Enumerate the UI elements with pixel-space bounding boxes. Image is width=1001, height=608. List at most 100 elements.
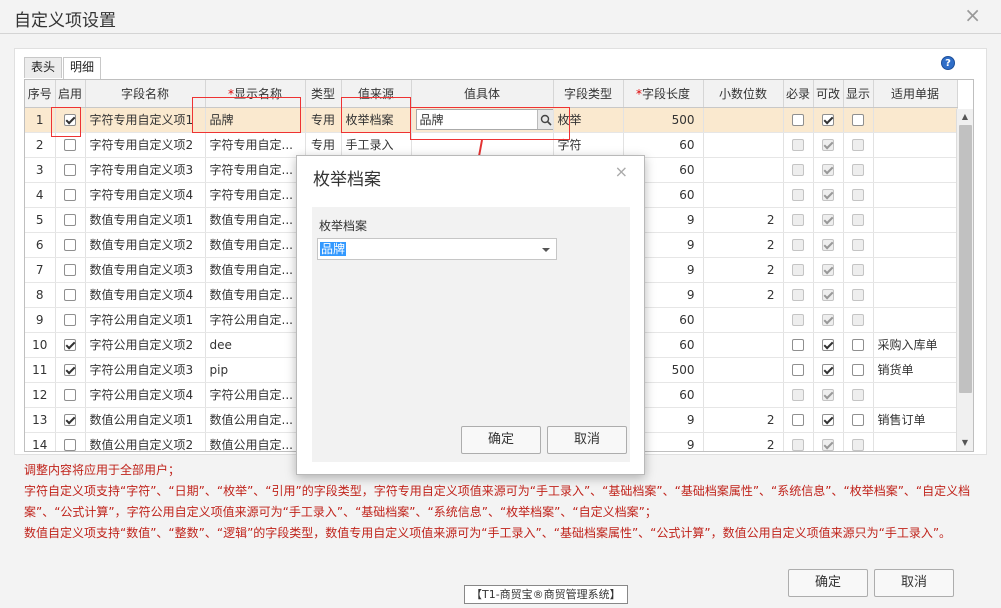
- enabled-checkbox[interactable]: [64, 139, 76, 151]
- visible-cell: [843, 132, 874, 158]
- required-checkbox[interactable]: [792, 439, 804, 451]
- visible-checkbox[interactable]: [852, 114, 864, 126]
- applicable-docs: [873, 257, 958, 283]
- editable-checkbox[interactable]: [822, 389, 834, 401]
- required-checkbox[interactable]: [792, 114, 804, 126]
- help-icon[interactable]: ?: [941, 56, 955, 70]
- table-row[interactable]: 2 字符专用自定义项2 字符专用自定... 专用 手工录入 字符 60: [25, 132, 958, 158]
- visible-checkbox[interactable]: [852, 389, 864, 401]
- required-checkbox[interactable]: [792, 364, 804, 376]
- editable-checkbox[interactable]: [822, 364, 834, 376]
- visible-cell: [843, 307, 874, 333]
- scrollbar-thumb[interactable]: [959, 125, 972, 393]
- enabled-checkbox[interactable]: [64, 164, 76, 176]
- editable-checkbox[interactable]: [822, 339, 834, 351]
- dialog-cancel-button[interactable]: 取消: [547, 426, 627, 454]
- editable-checkbox[interactable]: [822, 164, 834, 176]
- required-checkbox[interactable]: [792, 314, 804, 326]
- enabled-cell: [55, 282, 86, 308]
- value-source: 手工录入: [341, 132, 412, 158]
- enabled-checkbox[interactable]: [64, 314, 76, 326]
- field-name: 数值公用自定义项1: [85, 407, 206, 433]
- enabled-checkbox[interactable]: [64, 264, 76, 276]
- vertical-scrollbar[interactable]: ▲ ▼: [956, 109, 973, 451]
- visible-cell: [843, 382, 874, 408]
- enabled-checkbox[interactable]: [64, 239, 76, 251]
- visible-cell: [843, 282, 874, 308]
- enabled-checkbox[interactable]: [64, 214, 76, 226]
- visible-cell: [843, 207, 874, 233]
- enum-archive-dialog: 枚举档案 × 枚举档案 品牌 确定 取消: [296, 155, 645, 475]
- table-row[interactable]: 1 字符专用自定义项1 品牌 专用 枚举档案 品牌 枚举 500: [25, 107, 958, 133]
- tab-header[interactable]: 表头: [24, 57, 63, 78]
- required-checkbox[interactable]: [792, 164, 804, 176]
- tab-detail[interactable]: 明细: [63, 57, 102, 79]
- chevron-down-icon[interactable]: [542, 248, 550, 252]
- scroll-down-icon[interactable]: ▼: [957, 435, 973, 451]
- required-checkbox[interactable]: [792, 414, 804, 426]
- required-checkbox[interactable]: [792, 389, 804, 401]
- visible-checkbox[interactable]: [852, 139, 864, 151]
- field-name: 数值公用自定义项2: [85, 432, 206, 451]
- enabled-cell: [55, 382, 86, 408]
- editable-checkbox[interactable]: [822, 114, 834, 126]
- enabled-checkbox[interactable]: [64, 189, 76, 201]
- field-name: 数值专用自定义项3: [85, 257, 206, 283]
- enabled-checkbox[interactable]: [64, 439, 76, 451]
- editable-checkbox[interactable]: [822, 314, 834, 326]
- required-checkbox[interactable]: [792, 339, 804, 351]
- editable-checkbox[interactable]: [822, 139, 834, 151]
- required-cell: [783, 332, 814, 358]
- column-header: 类型: [305, 80, 342, 108]
- note-line: 调整内容将应用于全部用户；: [24, 463, 181, 477]
- enabled-checkbox[interactable]: [64, 364, 76, 376]
- editable-checkbox[interactable]: [822, 264, 834, 276]
- required-checkbox[interactable]: [792, 239, 804, 251]
- value-detail-input[interactable]: 品牌: [415, 109, 552, 130]
- editable-checkbox[interactable]: [822, 289, 834, 301]
- field-length: 60: [623, 132, 704, 158]
- editable-checkbox[interactable]: [822, 239, 834, 251]
- editable-checkbox[interactable]: [822, 214, 834, 226]
- editable-checkbox[interactable]: [822, 439, 834, 451]
- enabled-checkbox[interactable]: [64, 114, 76, 126]
- enabled-checkbox[interactable]: [64, 289, 76, 301]
- visible-checkbox[interactable]: [852, 289, 864, 301]
- visible-checkbox[interactable]: [852, 364, 864, 376]
- visible-checkbox[interactable]: [852, 414, 864, 426]
- enabled-checkbox[interactable]: [64, 414, 76, 426]
- required-checkbox[interactable]: [792, 189, 804, 201]
- visible-checkbox[interactable]: [852, 439, 864, 451]
- enabled-cell: [55, 182, 86, 208]
- enabled-checkbox[interactable]: [64, 339, 76, 351]
- notes-area: 调整内容将应用于全部用户； 字符自定义项支持“字符”、“日期”、“枚举”、“引用…: [24, 460, 979, 544]
- cancel-button[interactable]: 取消: [874, 569, 954, 597]
- visible-checkbox[interactable]: [852, 164, 864, 176]
- required-checkbox[interactable]: [792, 289, 804, 301]
- display-name: 字符专用自定...: [205, 182, 306, 208]
- visible-checkbox[interactable]: [852, 264, 864, 276]
- applicable-docs: [873, 132, 958, 158]
- row-number: 10: [25, 332, 56, 358]
- editable-checkbox[interactable]: [822, 189, 834, 201]
- value-source: 枚举档案: [341, 107, 412, 133]
- required-checkbox[interactable]: [792, 214, 804, 226]
- enum-archive-select[interactable]: 品牌: [317, 238, 557, 260]
- visible-checkbox[interactable]: [852, 239, 864, 251]
- ok-button[interactable]: 确定: [788, 569, 868, 597]
- editable-checkbox[interactable]: [822, 414, 834, 426]
- scroll-up-icon[interactable]: ▲: [957, 109, 973, 125]
- decimal-places: 2: [703, 432, 784, 451]
- enabled-checkbox[interactable]: [64, 389, 76, 401]
- visible-checkbox[interactable]: [852, 214, 864, 226]
- close-icon[interactable]: ×: [964, 3, 981, 27]
- required-checkbox[interactable]: [792, 264, 804, 276]
- search-icon[interactable]: [536, 110, 552, 129]
- dialog-ok-button[interactable]: 确定: [461, 426, 541, 454]
- dialog-close-icon[interactable]: ×: [615, 162, 628, 181]
- required-checkbox[interactable]: [792, 139, 804, 151]
- visible-checkbox[interactable]: [852, 314, 864, 326]
- visible-checkbox[interactable]: [852, 189, 864, 201]
- decimal-places: [703, 382, 784, 408]
- visible-checkbox[interactable]: [852, 339, 864, 351]
